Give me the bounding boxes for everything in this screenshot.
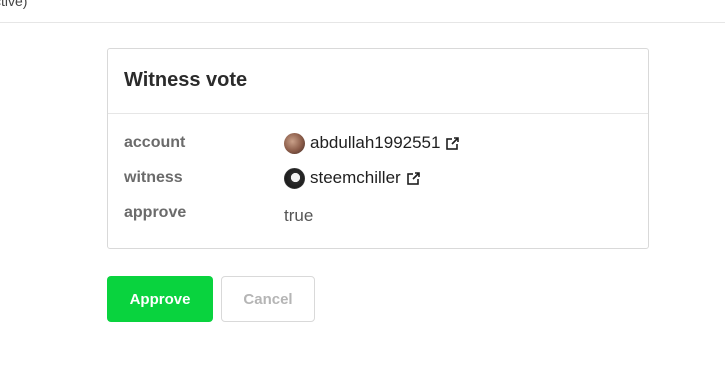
- external-link-icon[interactable]: [406, 171, 420, 185]
- witness-name: steemchiller: [310, 168, 401, 187]
- external-link-icon[interactable]: [446, 136, 460, 150]
- row-approve: approve true: [124, 202, 648, 237]
- witness-avatar: [284, 167, 305, 189]
- card-title: Witness vote: [124, 69, 248, 91]
- card-header: Witness vote: [108, 49, 648, 114]
- approve-value: true: [284, 206, 314, 225]
- operation-card: Witness vote account abdullah1992551 wit…: [107, 48, 649, 249]
- account-name: abdullah1992551: [310, 133, 441, 152]
- witness-link[interactable]: steemchiller: [284, 167, 420, 189]
- row-witness: witness steemchiller: [124, 167, 648, 202]
- account-link[interactable]: abdullah1992551: [284, 132, 460, 154]
- top-bar-text: ctive): [0, 0, 28, 9]
- approve-button[interactable]: Approve: [107, 276, 213, 322]
- top-bar: ctive): [0, 0, 725, 23]
- row-label-approve: approve: [124, 204, 187, 221]
- account-avatar: [284, 132, 305, 154]
- row-label-witness: witness: [124, 169, 183, 186]
- cancel-button[interactable]: Cancel: [221, 276, 315, 322]
- row-account: account abdullah1992551: [124, 132, 648, 167]
- row-label-account: account: [124, 134, 186, 151]
- card-body: account abdullah1992551 witness steemchi…: [108, 114, 648, 237]
